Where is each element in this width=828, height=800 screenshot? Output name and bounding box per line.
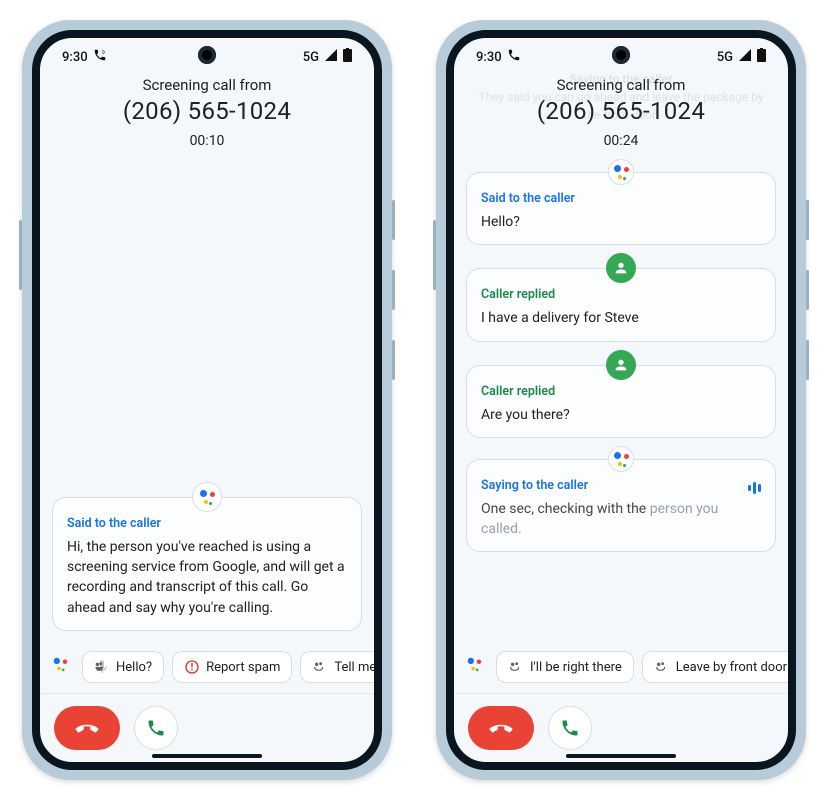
chip-label: Tell me mo — [334, 660, 374, 675]
header-title: Screening call from — [40, 76, 374, 94]
person-icon — [613, 260, 629, 276]
home-indicator[interactable] — [566, 754, 676, 758]
voice-reply-icon — [94, 659, 110, 675]
phone-frame-1: 9:30 5G Screening call from (206) 565-10… — [22, 20, 392, 780]
card-label: Saying to the caller — [481, 478, 588, 493]
front-camera — [198, 46, 216, 64]
call-ongoing-icon — [93, 48, 107, 66]
chip-report-spam[interactable]: Report spam — [172, 651, 292, 683]
network-type: 5G — [303, 50, 319, 65]
phone-frame-2: 9:30 5G Saying to the caller They said y… — [436, 20, 806, 780]
hangup-button[interactable] — [54, 706, 120, 750]
voice-reply-icon — [312, 659, 328, 675]
assistant-avatar — [608, 446, 634, 472]
voice-reply-icon — [654, 659, 670, 675]
screen-2: 9:30 5G Saying to the caller They said y… — [446, 30, 796, 770]
phone-icon — [146, 718, 166, 738]
card-body: Are you there? — [481, 405, 761, 425]
assistant-icon — [199, 489, 215, 505]
voice-reply-icon — [508, 659, 524, 675]
header-title: Screening call from — [454, 76, 788, 94]
suggestion-chip-row[interactable]: I'll be right there Leave by front door — [454, 645, 788, 693]
chip-label: I'll be right there — [530, 660, 622, 675]
assistant-avatar — [192, 482, 222, 512]
speaking-indicator-icon — [748, 482, 761, 494]
caller-avatar — [606, 350, 636, 380]
card-body: One sec, checking with the person you ca… — [481, 499, 761, 540]
hangup-icon — [74, 715, 100, 741]
chip-leave-door[interactable]: Leave by front door — [642, 651, 788, 683]
person-icon — [613, 357, 629, 373]
card-label: Caller replied — [481, 287, 761, 302]
call-header: Screening call from (206) 565-1024 00:10 — [40, 70, 374, 157]
chip-right-there[interactable]: I'll be right there — [496, 651, 634, 683]
body-pre: One sec, checking with the — [481, 501, 650, 517]
assistant-icon — [466, 656, 488, 678]
card-label: Said to the caller — [67, 516, 347, 531]
suggestion-chip-row[interactable]: Hello? Report spam Tell me mo — [40, 645, 374, 693]
phone-icon — [560, 718, 580, 738]
battery-icon — [757, 48, 766, 66]
battery-icon — [343, 48, 352, 66]
chip-label: Hello? — [116, 660, 152, 675]
signal-icon — [738, 49, 752, 65]
home-indicator[interactable] — [152, 754, 262, 758]
call-action-bar — [40, 693, 374, 762]
chip-label: Report spam — [206, 660, 280, 675]
transcript-card-assistant: Said to the caller Hi, the person you've… — [52, 497, 362, 631]
card-body: Hello? — [481, 212, 761, 232]
chip-tell-me-more[interactable]: Tell me mo — [300, 651, 374, 683]
answer-button[interactable] — [134, 706, 178, 750]
status-time: 9:30 — [476, 50, 502, 65]
network-type: 5G — [717, 50, 733, 65]
alert-icon — [184, 659, 200, 675]
caller-number: (206) 565-1024 — [454, 94, 788, 125]
assistant-avatar — [608, 159, 634, 185]
call-ongoing-icon — [507, 48, 521, 66]
caller-number: (206) 565-1024 — [40, 94, 374, 125]
screen-1: 9:30 5G Screening call from (206) 565-10… — [32, 30, 382, 770]
card-body: I have a delivery for Steve — [481, 308, 761, 328]
transcript-card-assistant-live: Saying to the caller One sec, checking w… — [466, 459, 776, 553]
call-timer: 00:10 — [40, 125, 374, 149]
front-camera — [612, 46, 630, 64]
answer-button[interactable] — [548, 706, 592, 750]
assistant-icon — [613, 451, 629, 467]
signal-icon — [324, 49, 338, 65]
assistant-icon — [613, 164, 629, 180]
card-label: Said to the caller — [481, 191, 761, 206]
transcript-area: Said to the caller Hi, the person you've… — [40, 157, 374, 645]
status-time: 9:30 — [62, 50, 88, 65]
call-timer: 00:24 — [454, 125, 788, 149]
call-action-bar — [454, 693, 788, 762]
hangup-button[interactable] — [468, 706, 534, 750]
assistant-icon — [52, 656, 74, 678]
chip-hello[interactable]: Hello? — [82, 651, 164, 683]
hangup-icon — [488, 715, 514, 741]
chip-label: Leave by front door — [676, 660, 787, 675]
call-header: Saying to the caller They said you can g… — [454, 70, 788, 157]
card-body: Hi, the person you've reached is using a… — [67, 537, 347, 618]
transcript-area[interactable]: Said to the caller Hello? Caller replied… — [454, 157, 788, 645]
card-label: Caller replied — [481, 384, 761, 399]
